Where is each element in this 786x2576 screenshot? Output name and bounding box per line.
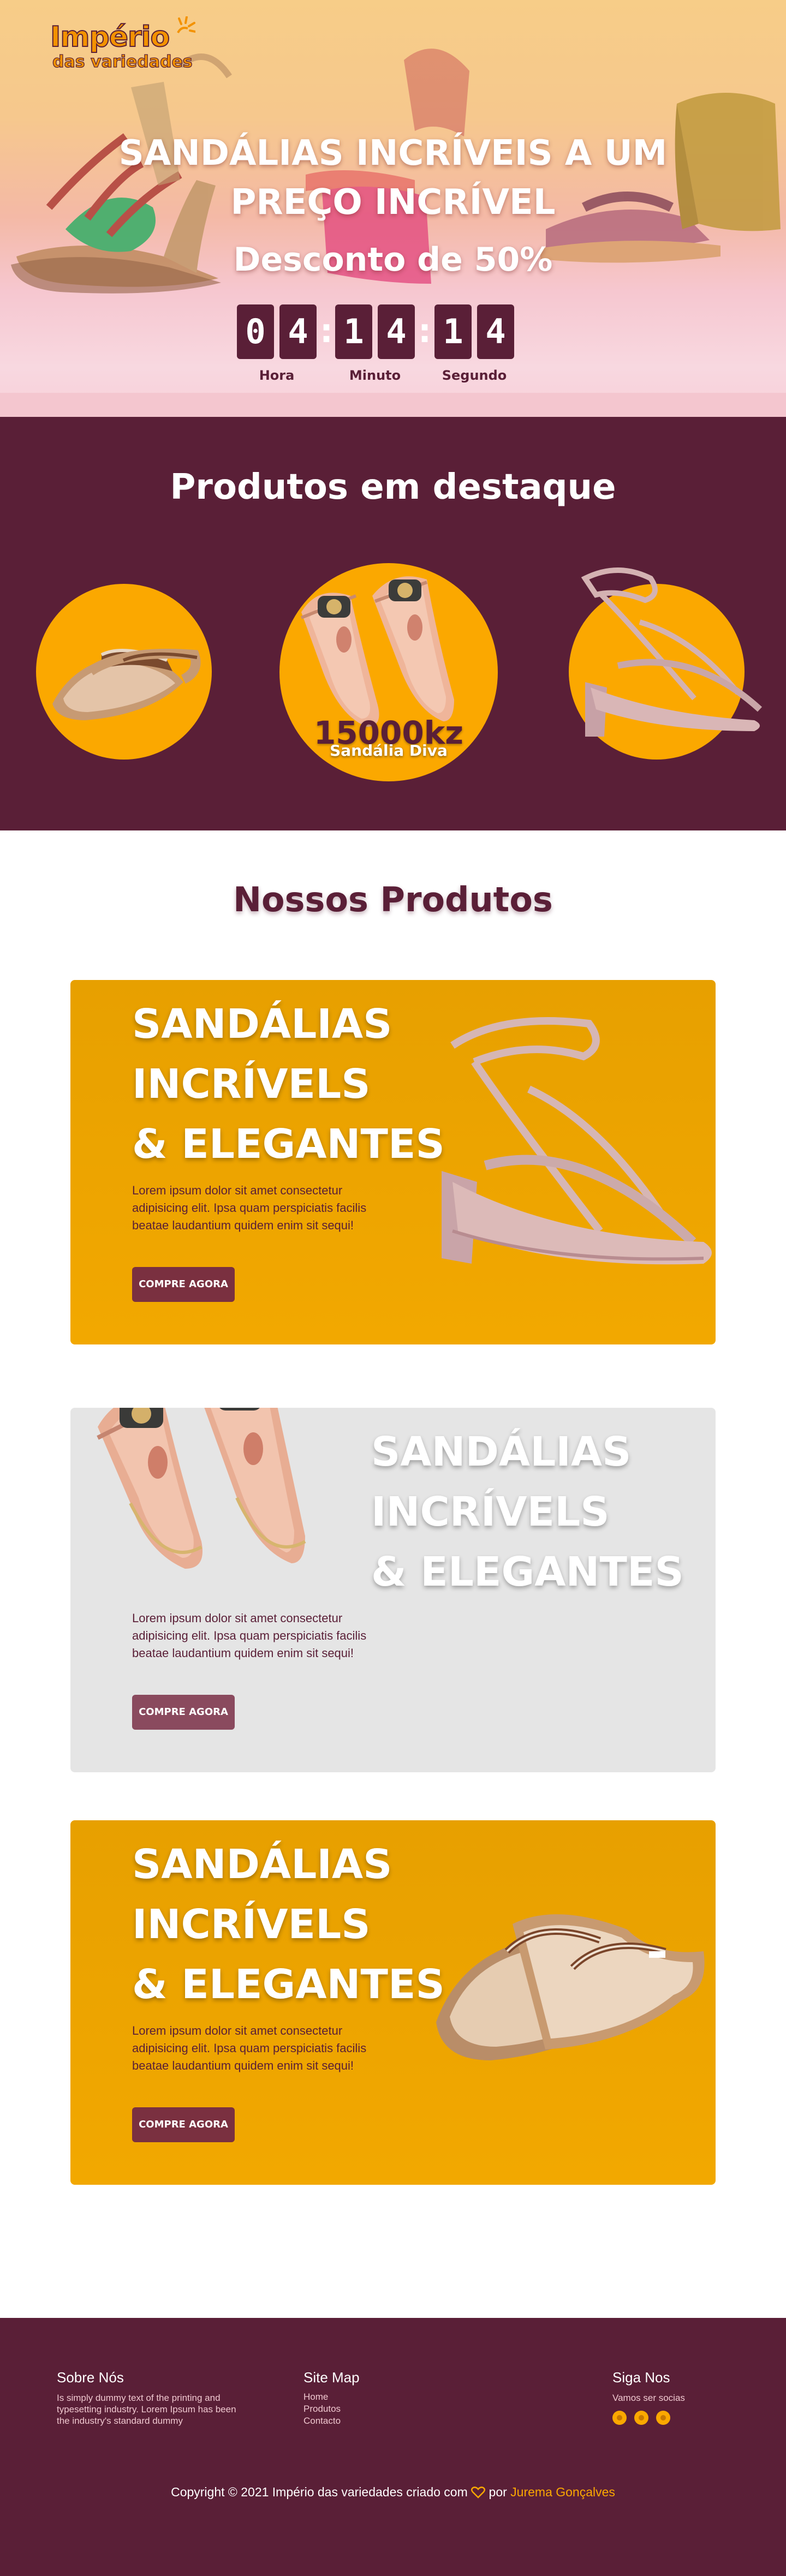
sun-icon bbox=[177, 16, 195, 33]
copyright-text: Copyright © 2021 Império das variedades … bbox=[171, 2485, 468, 2499]
countdown-digit: 1 bbox=[434, 304, 472, 359]
countdown-label-minutes: Minuto bbox=[349, 368, 401, 383]
site-logo[interactable]: Império das variedades bbox=[50, 16, 198, 75]
copyright-by: por bbox=[489, 2485, 507, 2499]
footer-link-contacto[interactable]: Contacto bbox=[303, 2415, 341, 2427]
hero-title-line1: SANDÁLIAS INCRÍVEIS A UM bbox=[118, 133, 668, 174]
title-line: INCRÍVELS bbox=[132, 1901, 371, 1948]
hero-banner: Império das variedades SANDÁLIAS INCRÍVE… bbox=[0, 0, 786, 417]
title-line: & ELEGANTES bbox=[132, 1121, 445, 1168]
title-line: INCRÍVELS bbox=[371, 1489, 610, 1535]
countdown-separator: : bbox=[418, 312, 431, 350]
countdown-digit: 4 bbox=[477, 304, 514, 359]
espadrille-sandal-image bbox=[436, 1914, 705, 2060]
featured-item-center[interactable]: 15000kz Sandália Diva bbox=[279, 563, 498, 781]
buy-now-button[interactable]: COMPRE AGORA bbox=[132, 1695, 235, 1730]
title-line: INCRÍVELS bbox=[132, 1061, 371, 1108]
featured-title: Produtos em destaque bbox=[170, 467, 616, 507]
buy-now-button[interactable]: COMPRE AGORA bbox=[132, 2107, 235, 2142]
title-line: & ELEGANTES bbox=[132, 1961, 445, 2008]
countdown-hours: 0 4 Hora bbox=[237, 304, 317, 386]
footer-about-title: Sobre Nós bbox=[57, 2369, 124, 2386]
countdown-minutes: 1 4 Minuto bbox=[335, 304, 415, 386]
product-card-title: SANDÁLIAS INCRÍVELS & ELEGANTES bbox=[132, 994, 445, 1174]
featured-item-left[interactable] bbox=[36, 584, 212, 760]
countdown-digit: 1 bbox=[335, 304, 372, 359]
countdown-timer: 0 4 Hora : 1 4 Minuto : 1 4 Segundo bbox=[237, 304, 549, 386]
hero-floor bbox=[0, 393, 786, 417]
heart-icon bbox=[471, 2487, 486, 2499]
countdown-digit: 4 bbox=[279, 304, 317, 359]
title-line: SANDÁLIAS bbox=[371, 1429, 632, 1475]
buy-now-button[interactable]: COMPRE AGORA bbox=[132, 1267, 235, 1302]
footer-follow-title: Siga Nos bbox=[612, 2369, 670, 2386]
countdown-separator: : bbox=[320, 312, 333, 350]
hero-discount: Desconto de 50% bbox=[233, 241, 553, 279]
espadrille-sandal-image bbox=[52, 649, 201, 720]
footer-sitemap-links: Home Produtos Contacto bbox=[303, 2391, 341, 2427]
featured-section: Produtos em destaque 15000kz Sandália Di… bbox=[0, 417, 786, 830]
footer-about-text: Is simply dummy text of the printing and… bbox=[57, 2393, 236, 2426]
title-line: & ELEGANTES bbox=[371, 1549, 684, 1595]
facebook-icon[interactable] bbox=[612, 2411, 627, 2425]
product-card-description: Lorem ipsum dolor sit amet consectetur a… bbox=[132, 1184, 367, 1232]
title-line: SANDÁLIAS bbox=[132, 1841, 392, 1888]
diva-sandal-image bbox=[97, 1408, 306, 1569]
page: Império das variedades SANDÁLIAS INCRÍVE… bbox=[0, 0, 786, 2576]
footer-follow-text: Vamos ser socias bbox=[612, 2393, 685, 2403]
footer-link-home[interactable]: Home bbox=[303, 2391, 341, 2403]
logo-main-text: Império bbox=[50, 20, 170, 54]
copyright: Copyright © 2021 Império das variedades … bbox=[0, 2485, 786, 2500]
hero-title: SANDÁLIAS INCRÍVEIS A UM PREÇO INCRÍVEL bbox=[66, 129, 720, 227]
title-line: SANDÁLIAS bbox=[132, 1001, 392, 1048]
strappy-sandal-image bbox=[581, 567, 763, 737]
featured-item-right[interactable] bbox=[569, 567, 763, 760]
countdown-digit: 4 bbox=[378, 304, 415, 359]
product-card: SANDÁLIAS INCRÍVELS & ELEGANTES Lorem ip… bbox=[70, 980, 716, 1344]
product-card-title: SANDÁLIAS INCRÍVELS & ELEGANTES bbox=[371, 1422, 684, 1602]
products-title: Nossos Produtos bbox=[233, 880, 553, 919]
product-card-description: Lorem ipsum dolor sit amet consectetur a… bbox=[132, 2024, 367, 2072]
featured-product-name: Sandália Diva bbox=[330, 742, 448, 760]
product-card-description: Lorem ipsum dolor sit amet consectetur a… bbox=[132, 1611, 367, 1660]
product-card-title: SANDÁLIAS INCRÍVELS & ELEGANTES bbox=[132, 1834, 445, 2015]
countdown-label-hours: Hora bbox=[259, 368, 295, 383]
strappy-sandal-image bbox=[442, 1017, 712, 1265]
product-card: SANDÁLIAS INCRÍVELS & ELEGANTES Lorem ip… bbox=[70, 1820, 716, 2185]
hero-title-line2: PREÇO INCRÍVEL bbox=[230, 182, 556, 223]
logo-sub-text: das variedades bbox=[52, 52, 193, 71]
footer-sitemap-title: Site Map bbox=[303, 2369, 360, 2386]
product-card: SANDÁLIAS INCRÍVELS & ELEGANTES Lorem ip… bbox=[70, 1408, 716, 1772]
countdown-digit: 0 bbox=[237, 304, 274, 359]
countdown-seconds: 1 4 Segundo bbox=[434, 304, 514, 386]
author-link[interactable]: Jurema Gonçalves bbox=[510, 2485, 615, 2499]
countdown-label-seconds: Segundo bbox=[442, 368, 507, 383]
twitter-icon[interactable] bbox=[656, 2411, 670, 2425]
instagram-icon[interactable] bbox=[634, 2411, 648, 2425]
footer-link-produtos[interactable]: Produtos bbox=[303, 2403, 341, 2415]
site-footer: Sobre Nós Is simply dummy text of the pr… bbox=[0, 2318, 786, 2576]
